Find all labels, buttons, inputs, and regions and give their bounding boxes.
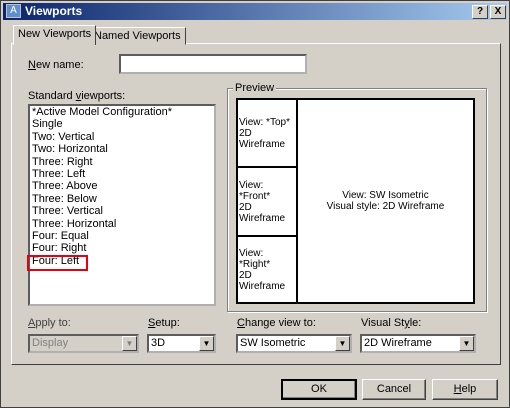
viewport-view-text: View: *Right* [239, 247, 271, 270]
viewport-view-text: View: SW Isometric [342, 190, 429, 201]
list-item[interactable]: Three: Left [30, 168, 214, 180]
viewport-style-text: 2D Wireframe [239, 269, 286, 292]
new-name-label: New name: [28, 59, 84, 71]
visual-style-label: Visual Style: [361, 317, 422, 329]
chevron-down-icon: ▼ [122, 336, 137, 351]
preview-viewport-front[interactable]: View: *Front* 2D Wireframe [237, 167, 297, 236]
standard-viewports-label: Standard viewports: [28, 90, 126, 102]
change-view-select[interactable]: SW Isometric ▼ [236, 334, 352, 353]
ok-button[interactable]: OK [281, 379, 357, 400]
chevron-down-icon[interactable]: ▼ [199, 336, 214, 351]
viewport-view-text: View: *Front* [239, 179, 271, 202]
preview-viewport-right[interactable]: View: *Right* 2D Wireframe [237, 236, 297, 303]
preview-viewport-top[interactable]: View: *Top* 2D Wireframe [237, 99, 297, 167]
visual-style-value: 2D Wireframe [364, 337, 432, 349]
chevron-down-icon[interactable]: ▼ [459, 336, 474, 351]
viewport-style-text: Visual style: 2D Wireframe [326, 201, 445, 212]
list-item[interactable]: *Active Model Configuration* [30, 106, 214, 118]
setup-label: Setup: [148, 317, 180, 329]
standard-viewports-list[interactable]: *Active Model Configuration* Single Two:… [28, 104, 216, 306]
close-button[interactable]: X [490, 5, 506, 19]
list-item[interactable]: Three: Above [30, 180, 214, 192]
tab-new-viewports[interactable]: New Viewports [13, 25, 97, 45]
viewport-view-text: View: *Top* [239, 116, 290, 128]
chevron-down-icon[interactable]: ▼ [335, 336, 350, 351]
preview-viewport-sw-isometric[interactable]: View: SW Isometric Visual style: 2D Wire… [297, 99, 474, 303]
list-item[interactable]: Three: Right [30, 156, 214, 168]
viewports-dialog: A Viewports ? X New Viewports Named View… [0, 0, 510, 408]
help-question-button[interactable]: ? [472, 5, 488, 19]
setup-select[interactable]: 3D ▼ [147, 334, 216, 353]
list-item[interactable]: Single [30, 118, 214, 130]
title-bar[interactable]: A Viewports ? X [3, 3, 507, 20]
change-view-value: SW Isometric [240, 337, 306, 349]
list-item[interactable]: Four: Right [30, 242, 214, 254]
highlight-annotation-box [27, 255, 88, 271]
new-name-input[interactable] [119, 54, 307, 74]
apply-to-select[interactable]: Display ▼ [28, 334, 139, 353]
viewport-style-text: 2D Wireframe [239, 127, 286, 150]
apply-to-value: Display [32, 337, 69, 349]
list-item[interactable]: Two: Horizontal [30, 143, 214, 155]
apply-to-label: Apply to: [28, 317, 71, 329]
list-item[interactable]: Three: Horizontal [30, 218, 214, 230]
list-item[interactable]: Two: Vertical [30, 131, 214, 143]
change-view-label: Change view to: [237, 317, 316, 329]
list-item[interactable]: Four: Equal [30, 230, 214, 242]
cancel-button[interactable]: Cancel [362, 379, 426, 400]
viewport-style-text: 2D Wireframe [239, 201, 286, 224]
preview-label: Preview [233, 82, 277, 94]
tab-named-viewports[interactable]: Named Viewports [89, 27, 186, 45]
list-item[interactable]: Three: Vertical [30, 205, 214, 217]
list-item[interactable]: Three: Below [30, 193, 214, 205]
setup-value: 3D [151, 337, 166, 349]
help-button[interactable]: Help [432, 379, 498, 400]
preview-area: View: *Top* 2D Wireframe View: *Front* 2… [236, 98, 475, 304]
visual-style-select[interactable]: 2D Wireframe ▼ [360, 334, 476, 353]
autocad-app-icon: A [6, 4, 21, 18]
dialog-title: Viewports [25, 4, 83, 18]
